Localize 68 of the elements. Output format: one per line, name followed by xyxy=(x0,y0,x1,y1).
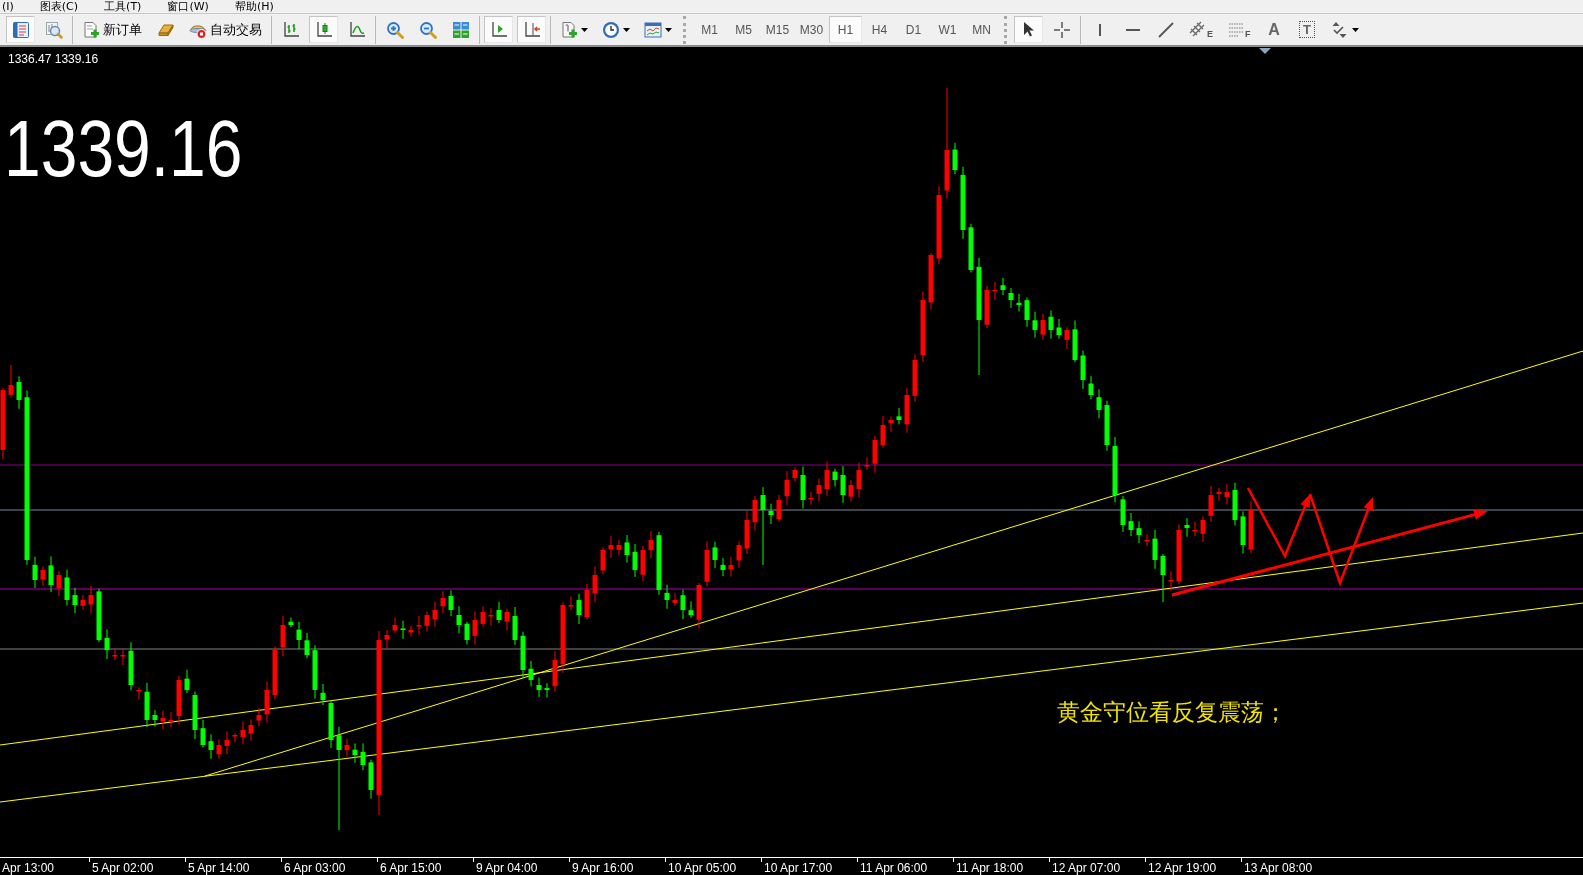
crosshair-icon xyxy=(1052,20,1071,39)
caret-icon xyxy=(581,27,588,32)
market-watch-button[interactable] xyxy=(6,16,35,43)
chart-magnifier-icon xyxy=(44,20,63,39)
time-label: 10 Apr 17:00 xyxy=(764,861,833,875)
time-label: 6 Apr 03:00 xyxy=(284,861,346,875)
time-label: Apr 13:00 xyxy=(2,861,55,875)
menu-item[interactable]: 工具(T) xyxy=(104,0,142,13)
candlestick-icon xyxy=(314,20,333,39)
menu-item[interactable]: 帮助(H) xyxy=(234,0,274,13)
fibo-levels-button[interactable]: F xyxy=(1222,16,1256,43)
chart-shift-button[interactable] xyxy=(517,16,546,43)
caret-icon xyxy=(623,27,630,32)
menu-item[interactable]: (I) xyxy=(2,0,14,13)
time-label: 12 Apr 19:00 xyxy=(1148,861,1217,875)
timeframe-button[interactable]: H1 xyxy=(829,16,862,43)
tile-windows-icon xyxy=(451,20,470,39)
text-label-button[interactable]: T xyxy=(1292,16,1322,43)
price-label: 1339.16 xyxy=(4,104,243,193)
time-label: 5 Apr 02:00 xyxy=(92,861,154,875)
timeframe-button[interactable]: M15 xyxy=(761,16,794,43)
time-label: 11 Apr 18:00 xyxy=(956,861,1024,875)
line-chart-icon xyxy=(347,20,366,39)
dotted-lines-icon xyxy=(1227,20,1245,39)
fibo-channel-button[interactable]: E xyxy=(1184,16,1218,43)
menu-item[interactable]: 图表(C) xyxy=(39,0,79,13)
timeframe-button[interactable]: H4 xyxy=(863,16,896,43)
menu-item[interactable]: 窗口(W) xyxy=(167,0,209,13)
candlestick-button[interactable] xyxy=(309,16,338,43)
arrows-check-icon xyxy=(1330,20,1349,39)
timeframe-button[interactable]: M5 xyxy=(727,16,760,43)
vertical-line-icon xyxy=(1098,23,1101,36)
time-label: 11 Apr 06:00 xyxy=(860,861,928,875)
timeframe-button[interactable]: M30 xyxy=(795,16,828,43)
time-label: 9 Apr 04:00 xyxy=(476,861,538,875)
time-label: 6 Apr 15:00 xyxy=(380,861,442,875)
caret-icon xyxy=(1351,27,1359,32)
window-list-icon xyxy=(11,20,30,39)
time-label: 12 Apr 07:00 xyxy=(1052,861,1121,875)
diagonal-line-icon xyxy=(1156,20,1175,39)
axes-arrow-icon xyxy=(489,20,508,39)
time-label: 13 Apr 08:00 xyxy=(1244,861,1313,875)
chart-window-icon xyxy=(644,20,662,39)
zoom-out-icon xyxy=(418,20,437,39)
new-order-button[interactable]: 新订单 xyxy=(77,16,147,43)
zoom-in-icon xyxy=(385,20,404,39)
timeframe-button[interactable]: M1 xyxy=(693,16,726,43)
axes-shift-icon xyxy=(522,20,541,39)
cursor-icon xyxy=(1022,21,1035,38)
timeframe-button[interactable]: D1 xyxy=(897,16,930,43)
horizontal-line-icon xyxy=(1125,28,1140,31)
text-button[interactable]: A xyxy=(1259,16,1289,43)
hatched-lines-icon xyxy=(1189,20,1207,39)
timeframe-button[interactable]: MN xyxy=(965,16,998,43)
auto-trading-button[interactable]: 自动交易 xyxy=(184,16,267,43)
time-label: 10 Apr 05:00 xyxy=(668,861,737,875)
timeframe-button[interactable]: W1 xyxy=(931,16,964,43)
auto-scroll-button[interactable] xyxy=(484,16,513,43)
time-label: 9 Apr 16:00 xyxy=(572,861,634,875)
time-label: 5 Apr 14:00 xyxy=(188,861,250,875)
annotation-text: 黄金守位看反复震荡； xyxy=(1057,699,1287,725)
document-plus-icon xyxy=(82,20,100,39)
caret-icon xyxy=(665,27,672,32)
quote-text: 1336.47 1339.16 xyxy=(8,52,99,66)
cursor-button[interactable] xyxy=(1014,16,1043,43)
clock-icon xyxy=(602,20,620,39)
document-plus-icon xyxy=(560,20,578,39)
bar-chart-icon xyxy=(281,20,300,39)
